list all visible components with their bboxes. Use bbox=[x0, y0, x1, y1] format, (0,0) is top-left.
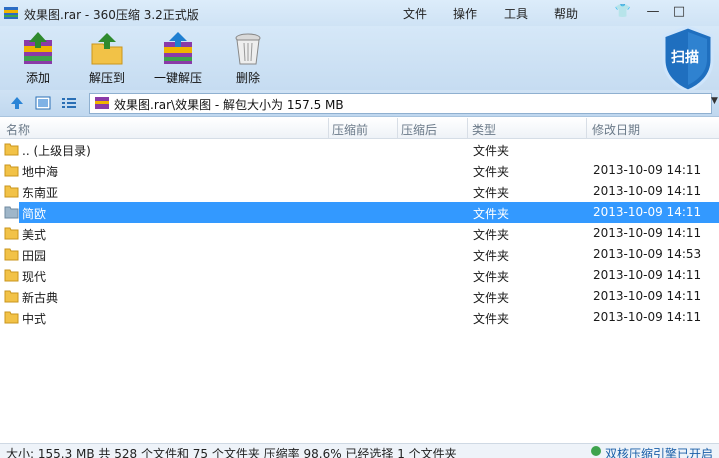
file-date: 2013-10-09 14:11 bbox=[593, 205, 702, 219]
file-row-selected[interactable]: 简欧 文件夹 2013-10-09 14:11 bbox=[0, 202, 719, 223]
file-row[interactable]: 中式 文件夹 2013-10-09 14:11 bbox=[0, 307, 719, 328]
file-type: 文件夹 bbox=[473, 228, 510, 242]
header-modified[interactable]: 修改日期 bbox=[592, 121, 640, 138]
up-arrow-icon[interactable] bbox=[9, 95, 25, 111]
delete-button[interactable]: 删除 bbox=[213, 32, 283, 88]
one-click-extract-label: 一键解压 bbox=[153, 71, 202, 85]
file-type: 文件夹 bbox=[473, 165, 510, 179]
file-type: 文件夹 bbox=[473, 144, 510, 158]
file-date: 2013-10-09 14:11 bbox=[593, 268, 702, 282]
file-date: 2013-10-09 14:11 bbox=[593, 289, 702, 303]
trash-icon bbox=[235, 33, 261, 65]
one-click-extract-button[interactable]: 一键解压 bbox=[143, 32, 213, 88]
maximize-button[interactable]: □ bbox=[668, 2, 690, 22]
path-text: 效果图.rar\效果图 - 解包大小为 157.5 MB bbox=[114, 98, 344, 112]
extract-to-label: 解压到 bbox=[88, 71, 125, 85]
file-name: 新古典 bbox=[22, 291, 59, 305]
menu-tools[interactable]: 工具 bbox=[504, 5, 528, 22]
engine-status[interactable]: 双核压缩引擎已开启 bbox=[605, 445, 713, 458]
file-type: 文件夹 bbox=[473, 270, 510, 284]
delete-label: 删除 bbox=[235, 71, 260, 85]
title-bar: 效果图.rar - 360压缩 3.2正式版 文件 操作 工具 帮助 👕 — □ bbox=[0, 0, 719, 26]
file-date: 2013-10-09 14:11 bbox=[593, 310, 702, 324]
list-view-icon[interactable] bbox=[61, 95, 77, 111]
file-type: 文件夹 bbox=[473, 186, 510, 200]
file-name: 东南亚 bbox=[22, 186, 59, 200]
status-summary: 大小: 155.3 MB 共 528 个文件和 75 个文件夹 压缩率 98.6… bbox=[6, 447, 457, 458]
file-date: 2013-10-09 14:11 bbox=[593, 226, 702, 240]
folder-icon bbox=[4, 290, 19, 303]
file-name: 美式 bbox=[22, 228, 47, 242]
path-field[interactable]: 效果图.rar\效果图 - 解包大小为 157.5 MB bbox=[89, 93, 712, 114]
extract-to-button[interactable]: 解压到 bbox=[72, 32, 142, 88]
add-label: 添加 bbox=[25, 71, 50, 85]
file-row[interactable]: 田园 文件夹 2013-10-09 14:53 bbox=[0, 244, 719, 265]
one-click-extract-icon bbox=[164, 32, 192, 64]
file-type: 文件夹 bbox=[473, 291, 510, 305]
file-name: 现代 bbox=[22, 270, 47, 284]
file-type: 文件夹 bbox=[473, 312, 510, 326]
column-divider[interactable] bbox=[467, 118, 468, 138]
dropdown-chevron-icon[interactable]: ▼ bbox=[711, 96, 718, 106]
folder-icon bbox=[4, 248, 19, 261]
app-icon bbox=[4, 7, 18, 19]
scan-button[interactable]: 扫描 bbox=[660, 24, 716, 94]
column-header: 名称 压缩前 压缩后 类型 修改日期 bbox=[0, 118, 719, 139]
file-name: .. (上级目录) bbox=[22, 144, 91, 158]
column-divider[interactable] bbox=[328, 118, 329, 138]
archive-icon bbox=[95, 97, 109, 109]
header-name[interactable]: 名称 bbox=[6, 121, 30, 138]
file-row[interactable]: 现代 文件夹 2013-10-09 14:11 bbox=[0, 265, 719, 286]
file-type: 文件夹 bbox=[473, 207, 510, 221]
file-name: 地中海 bbox=[22, 165, 59, 179]
column-divider[interactable] bbox=[397, 118, 398, 138]
add-button[interactable]: 添加 bbox=[3, 32, 73, 88]
skin-icon[interactable]: 👕 bbox=[612, 2, 634, 22]
minimize-button[interactable]: — bbox=[642, 2, 664, 22]
engine-status-icon bbox=[591, 446, 601, 456]
status-bar: 大小: 155.3 MB 共 528 个文件和 75 个文件夹 压缩率 98.6… bbox=[0, 443, 719, 458]
file-name: 简欧 bbox=[22, 207, 47, 221]
folder-icon bbox=[4, 206, 19, 219]
folder-icon bbox=[4, 311, 19, 324]
scan-label: 扫描 bbox=[671, 50, 699, 66]
file-row[interactable]: 东南亚 文件夹 2013-10-09 14:11 bbox=[0, 181, 719, 202]
folder-icon bbox=[4, 143, 19, 156]
address-bar: 效果图.rar\效果图 - 解包大小为 157.5 MB ▼ bbox=[0, 90, 719, 117]
folder-icon bbox=[4, 269, 19, 282]
file-date: 2013-10-09 14:11 bbox=[593, 163, 702, 177]
toolbar: 添加 解压到 一键解压 删除 bbox=[0, 26, 719, 90]
file-row[interactable]: 美式 文件夹 2013-10-09 14:11 bbox=[0, 223, 719, 244]
menu-help[interactable]: 帮助 bbox=[554, 5, 578, 22]
file-type: 文件夹 bbox=[473, 249, 510, 263]
folder-icon bbox=[4, 227, 19, 240]
thumbnail-view-icon[interactable] bbox=[35, 95, 51, 111]
file-date: 2013-10-09 14:11 bbox=[593, 184, 702, 198]
file-name: 中式 bbox=[22, 312, 47, 326]
file-name: 田园 bbox=[22, 249, 47, 263]
menu-file[interactable]: 文件 bbox=[403, 5, 427, 22]
folder-icon bbox=[4, 185, 19, 198]
window-title: 效果图.rar - 360压缩 3.2正式版 bbox=[24, 8, 199, 22]
header-type[interactable]: 类型 bbox=[472, 121, 496, 138]
folder-icon bbox=[4, 164, 19, 177]
file-row[interactable]: .. (上级目录) 文件夹 bbox=[0, 139, 719, 160]
header-size-after[interactable]: 压缩后 bbox=[401, 121, 437, 138]
column-divider[interactable] bbox=[586, 118, 587, 138]
extract-folder-icon bbox=[91, 33, 123, 65]
add-archive-icon bbox=[24, 32, 52, 64]
file-date: 2013-10-09 14:53 bbox=[593, 247, 702, 261]
menu-operations[interactable]: 操作 bbox=[453, 5, 477, 22]
file-row[interactable]: 地中海 文件夹 2013-10-09 14:11 bbox=[0, 160, 719, 181]
header-size-before[interactable]: 压缩前 bbox=[332, 121, 368, 138]
file-row[interactable]: 新古典 文件夹 2013-10-09 14:11 bbox=[0, 286, 719, 307]
